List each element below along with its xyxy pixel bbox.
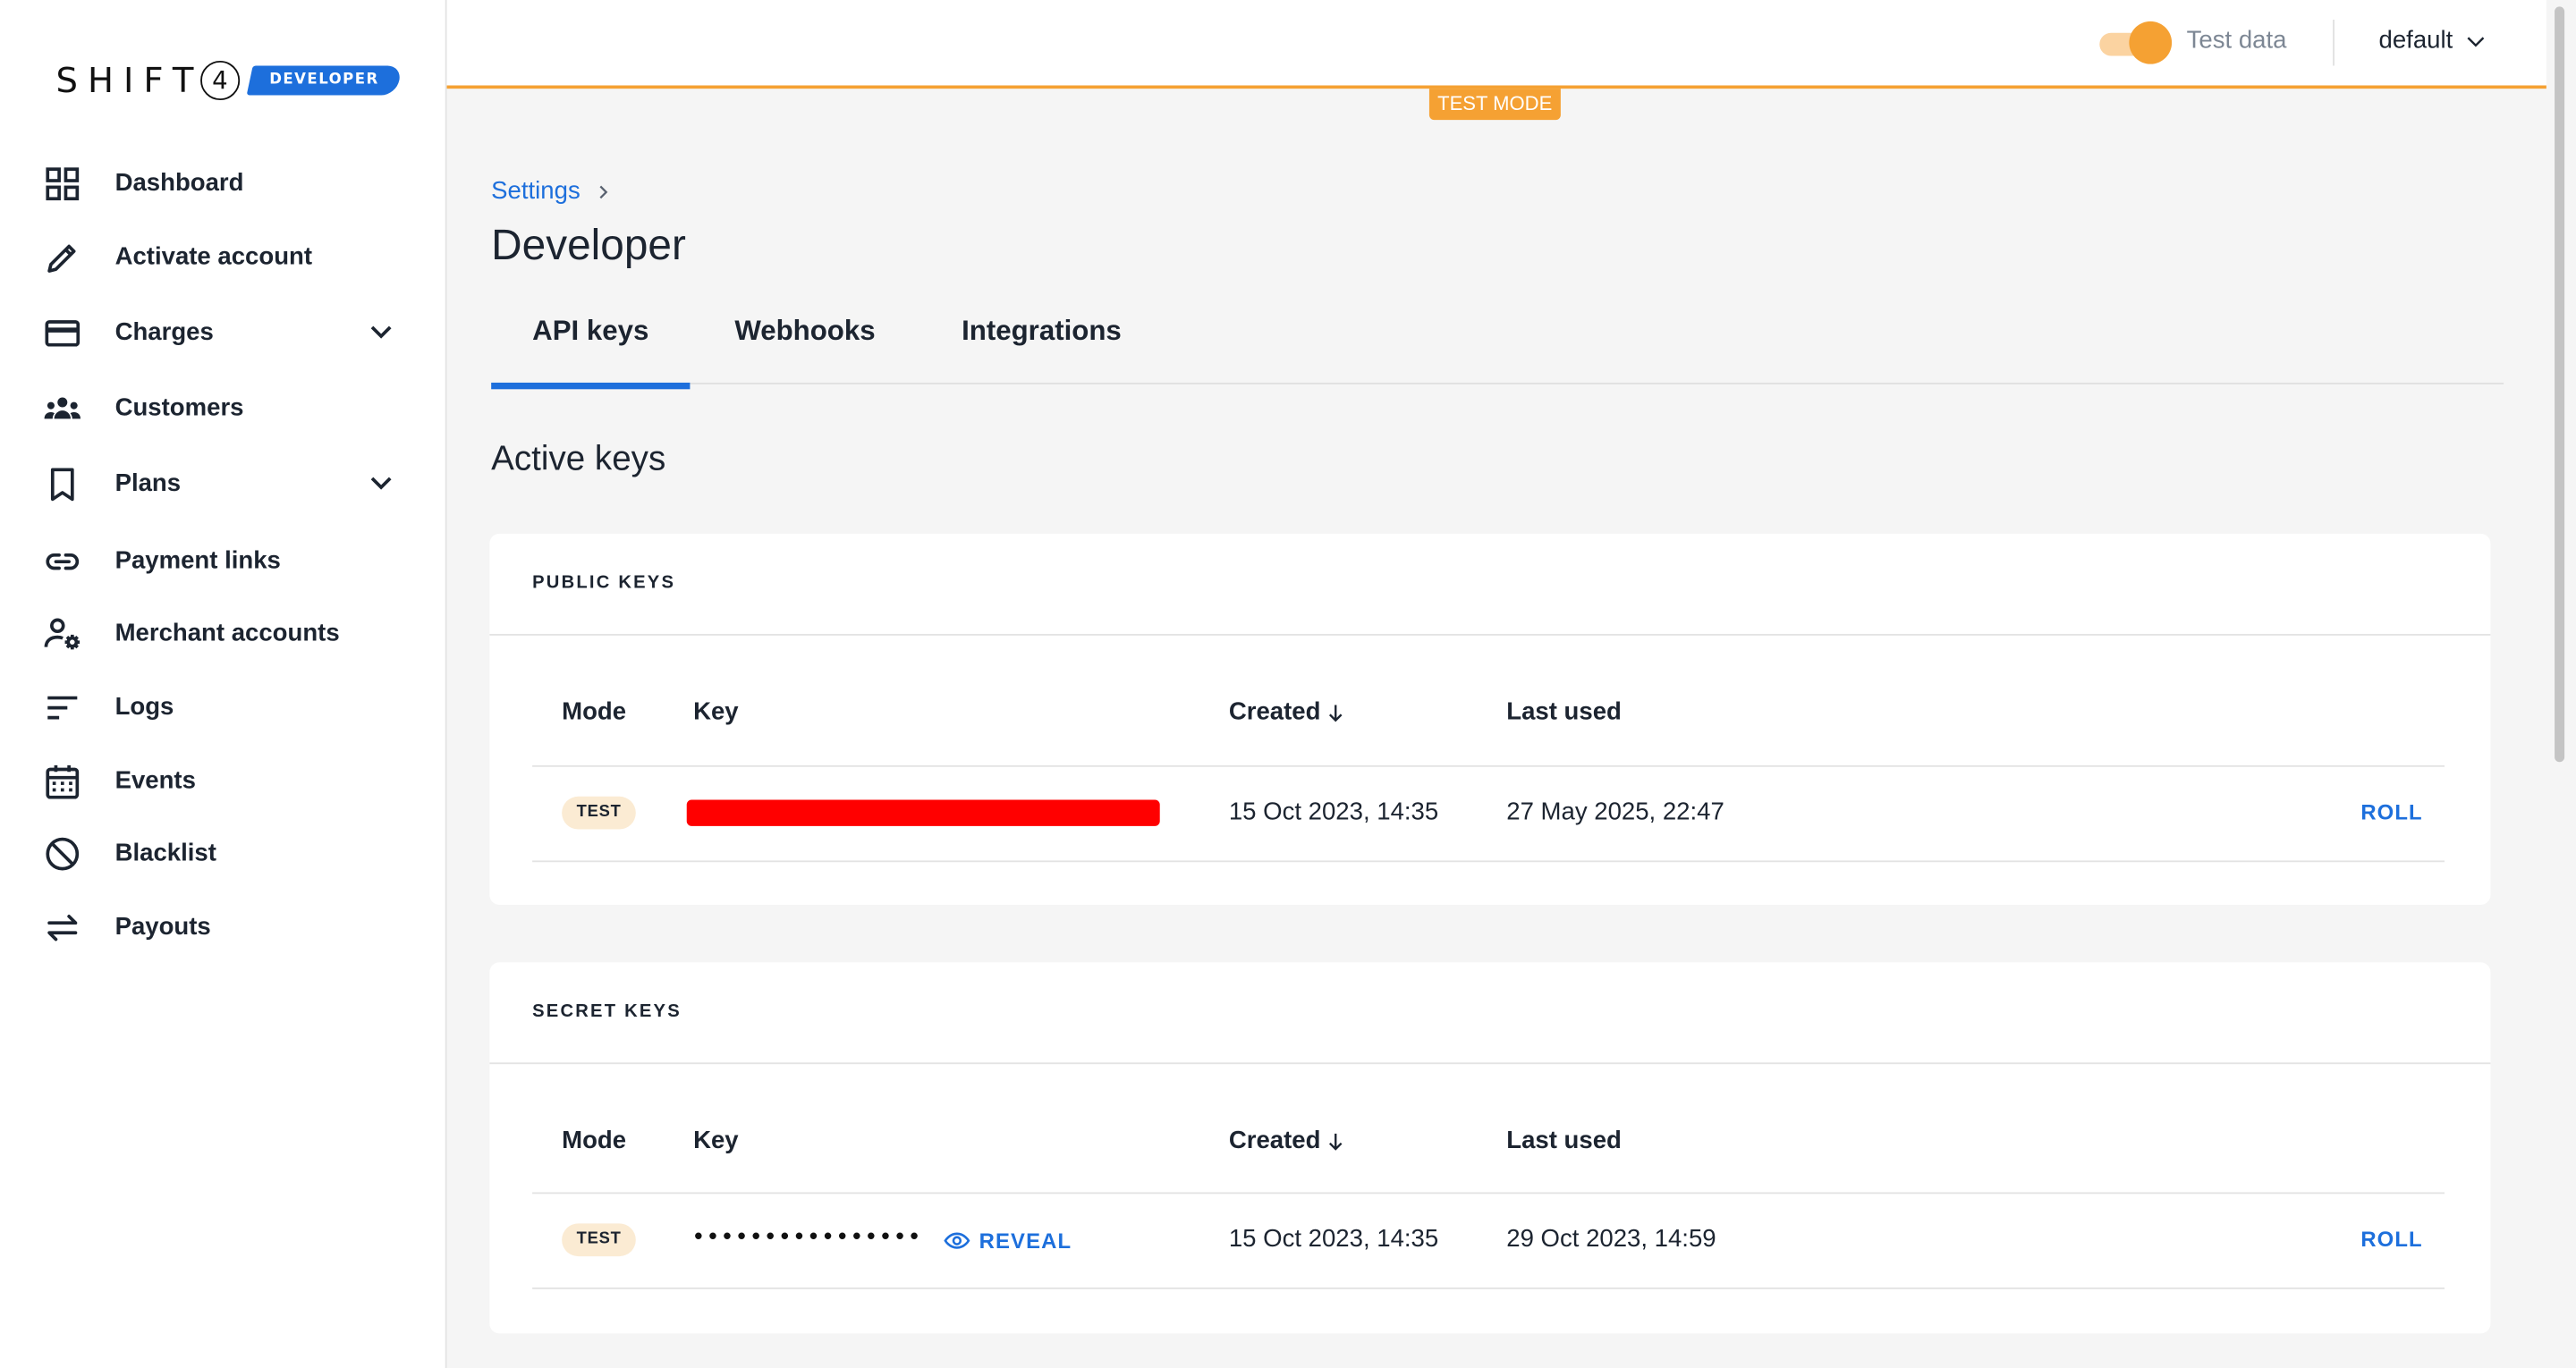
chevron-down-icon[interactable] (363, 314, 399, 350)
sidebar-item-logs[interactable]: Logs (0, 677, 445, 736)
user-gear-icon (43, 614, 82, 654)
column-header-created[interactable]: Created (1229, 698, 1347, 726)
page-title: Developer (491, 220, 686, 270)
account-name: default (2378, 26, 2453, 55)
last-used-date: 29 Oct 2023, 14:59 (1506, 1225, 1716, 1254)
swap-arrows-icon (43, 908, 82, 948)
tab-integrations[interactable]: Integrations (945, 296, 1139, 383)
reveal-button[interactable]: REVEAL (943, 1227, 1072, 1254)
bookmark-icon (43, 465, 82, 504)
mode-badge: TEST (562, 1223, 637, 1257)
sidebar-item-label: Payouts (114, 912, 211, 941)
topbar-divider (2333, 20, 2334, 66)
app-root: SHIFT 4 DEVELOPER Dashboard Activate acc… (0, 0, 2576, 1368)
sidebar-item-label: Payment links (114, 545, 281, 574)
table-divider (532, 860, 2445, 863)
chevron-down-icon (2467, 36, 2485, 46)
developer-badge-label: DEVELOPER (268, 72, 379, 89)
sidebar-item-label: Plans (114, 469, 182, 497)
masked-secret-key: •••••••••••••••• (691, 1225, 922, 1252)
table-divider (532, 1192, 2445, 1195)
sidebar-item-label: Activate account (114, 241, 313, 271)
last-used-date: 27 May 2025, 22:47 (1506, 798, 1724, 826)
credit-card-icon (43, 314, 82, 353)
sidebar-item-label: Blacklist (114, 838, 216, 866)
sidebar-item-label: Events (114, 765, 196, 795)
secret-keys-card: SECRET KEYS Mode Key Created Last used T… (489, 962, 2491, 1334)
sidebar-item-events[interactable]: Events (0, 750, 445, 809)
toggle-knob (2129, 21, 2173, 64)
eye-icon (944, 1232, 970, 1249)
breadcrumb-settings-link[interactable]: Settings (491, 177, 580, 205)
group-icon (43, 389, 82, 428)
sidebar-item-plans[interactable]: Plans (0, 453, 445, 512)
column-header-created-label: Created (1228, 1126, 1321, 1155)
table-divider (532, 1287, 2445, 1289)
column-header-last-used: Last used (1506, 697, 1622, 726)
sidebar: SHIFT 4 DEVELOPER Dashboard Activate acc… (0, 0, 447, 1368)
roll-button[interactable]: ROLL (2360, 1227, 2422, 1252)
test-data-toggle[interactable] (2099, 21, 2173, 64)
card-title: PUBLIC KEYS (532, 573, 676, 594)
brand-logo[interactable]: SHIFT 4 DEVELOPER (55, 59, 402, 102)
breadcrumb: Settings (491, 177, 613, 206)
reveal-label: REVEAL (979, 1228, 1072, 1254)
card-header: PUBLIC KEYS (489, 534, 2491, 636)
sidebar-item-label: Dashboard (114, 168, 244, 197)
sidebar-item-label: Customers (114, 393, 244, 422)
column-header-last-used: Last used (1506, 1126, 1622, 1155)
scrollbar[interactable] (2551, 0, 2567, 763)
sidebar-item-merchant-accounts[interactable]: Merchant accounts (0, 603, 445, 662)
chevron-right-icon (599, 184, 608, 198)
arrow-down-icon (1328, 704, 1343, 722)
sidebar-item-activate-account[interactable]: Activate account (0, 226, 445, 285)
column-header-created[interactable]: Created (1229, 1127, 1347, 1154)
arrow-down-icon (1328, 1133, 1343, 1150)
roll-button[interactable]: ROLL (2360, 799, 2422, 824)
redacted-key (686, 799, 1160, 826)
test-data-label: Test data (2186, 26, 2287, 55)
table-divider (532, 764, 2445, 767)
column-header-mode: Mode (562, 697, 627, 726)
column-header-created-label: Created (1228, 697, 1321, 726)
sidebar-item-charges[interactable]: Charges (0, 302, 445, 361)
created-date: 15 Oct 2023, 14:35 (1228, 798, 1439, 826)
section-title: Active keys (491, 440, 666, 478)
lines-icon (43, 688, 82, 728)
calendar-icon (43, 762, 82, 801)
link-icon (43, 542, 82, 581)
scrollbar-thumb[interactable] (2555, 6, 2565, 763)
block-icon (43, 834, 82, 874)
sidebar-item-dashboard[interactable]: Dashboard (0, 153, 445, 212)
topbar: Test data default (446, 0, 2546, 89)
column-header-key: Key (693, 697, 739, 726)
tab-bar: API keys Webhooks Integrations (491, 296, 2504, 390)
card-title: SECRET KEYS (532, 1001, 682, 1022)
column-header-mode: Mode (562, 1126, 627, 1155)
dashboard-icon (43, 165, 82, 204)
public-keys-card: PUBLIC KEYS Mode Key Created Last used T… (489, 533, 2491, 906)
sidebar-item-label: Logs (114, 692, 174, 721)
sidebar-item-blacklist[interactable]: Blacklist (0, 823, 445, 882)
pencil-icon (43, 238, 82, 277)
sidebar-item-label: Merchant accounts (114, 618, 340, 646)
developer-badge: DEVELOPER (246, 65, 402, 96)
mode-badge: TEST (562, 796, 637, 830)
column-header-key: Key (693, 1126, 739, 1155)
brand-number: 4 (199, 60, 240, 101)
created-date: 15 Oct 2023, 14:35 (1228, 1225, 1439, 1254)
account-selector[interactable]: default (2378, 26, 2489, 55)
test-mode-banner: TEST MODE (1428, 89, 1561, 121)
sidebar-item-customers[interactable]: Customers (0, 377, 445, 436)
sidebar-item-label: Charges (114, 317, 214, 346)
sidebar-item-payment-links[interactable]: Payment links (0, 530, 445, 589)
tab-api-keys[interactable]: API keys (491, 296, 691, 390)
brand-name: SHIFT (55, 60, 204, 101)
chevron-down-icon[interactable] (363, 465, 399, 501)
sidebar-item-payouts[interactable]: Payouts (0, 897, 445, 956)
card-header: SECRET KEYS (489, 962, 2491, 1065)
tab-webhooks[interactable]: Webhooks (718, 296, 893, 383)
